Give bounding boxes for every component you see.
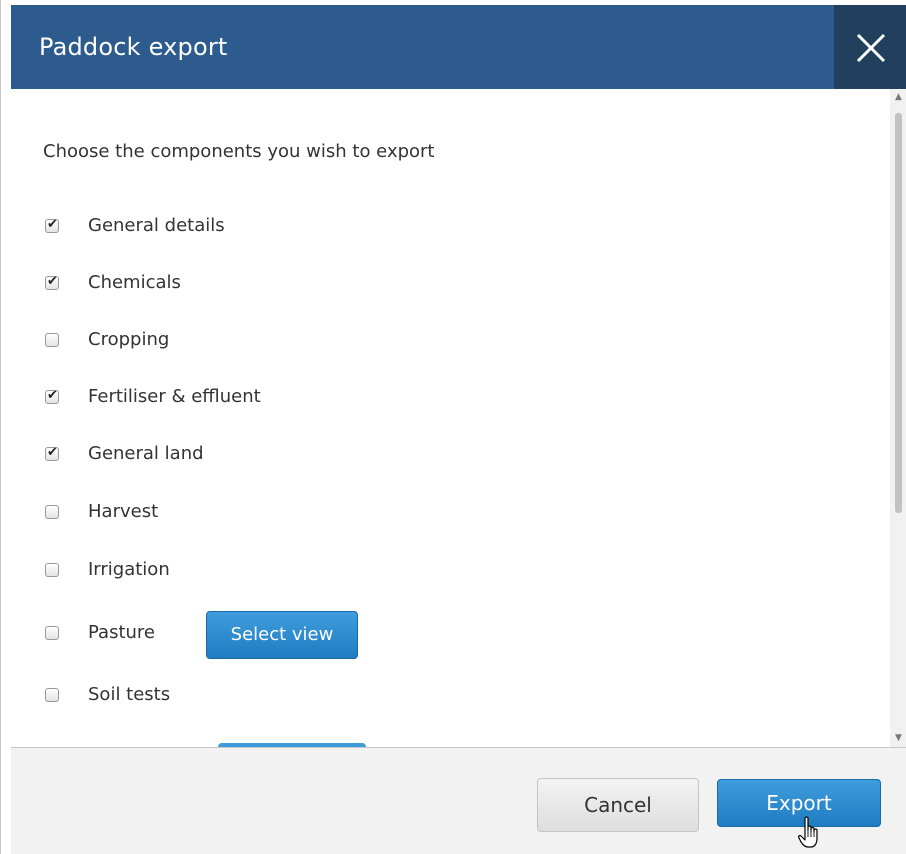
checkmark-icon: ✔ <box>47 445 58 460</box>
checkbox-general-details[interactable]: ✔ <box>45 217 59 233</box>
checkmark-icon: ✔ <box>47 217 58 232</box>
option-fertiliser-effluent: ✔ Fertiliser & effluent <box>45 386 645 420</box>
option-general-details: ✔ General details <box>45 215 645 249</box>
checkbox-soil-tests[interactable] <box>45 688 59 702</box>
option-label: General details <box>88 215 225 236</box>
checkbox-general-land[interactable]: ✔ <box>45 445 59 461</box>
option-cropping: Cropping <box>45 329 645 363</box>
hand-pointer-cursor-icon <box>798 816 822 854</box>
option-label: Pasture <box>88 622 155 643</box>
checkbox-fertiliser-effluent[interactable]: ✔ <box>45 388 59 404</box>
option-soil-tests: Soil tests <box>45 684 645 718</box>
select-view-button[interactable]: Select view <box>206 611 358 659</box>
dialog-header: Paddock export <box>11 5 906 89</box>
option-label: Fertiliser & effluent <box>88 386 261 407</box>
cancel-button[interactable]: Cancel <box>537 778 699 832</box>
option-label: Chemicals <box>88 272 181 293</box>
scrollbar-thumb[interactable] <box>895 113 902 513</box>
checkbox-pasture[interactable] <box>45 626 59 640</box>
checkmark-icon: ✔ <box>47 388 58 403</box>
option-label: Irrigation <box>88 559 170 580</box>
option-chemicals: ✔ Chemicals <box>45 272 645 306</box>
option-label: Soil tests <box>88 684 171 705</box>
option-harvest: Harvest <box>45 501 645 535</box>
option-label: General land <box>88 443 204 464</box>
scroll-down-arrow-icon[interactable]: ▼ <box>890 730 906 747</box>
paddock-export-dialog: Paddock export Choose the components you… <box>0 0 906 854</box>
intro-text: Choose the components you wish to export <box>43 141 435 162</box>
option-general-land: ✔ General land <box>45 443 645 477</box>
checkbox-irrigation[interactable] <box>45 563 59 577</box>
scroll-up-arrow-icon[interactable]: ▲ <box>890 89 906 106</box>
option-label: Harvest <box>88 501 159 522</box>
dialog-body: Choose the components you wish to export… <box>11 89 906 747</box>
checkbox-harvest[interactable] <box>45 505 59 519</box>
option-label: Cropping <box>88 329 170 350</box>
close-button[interactable] <box>834 5 906 89</box>
checkbox-cropping[interactable] <box>45 333 59 347</box>
dialog-title: Paddock export <box>39 33 228 61</box>
dialog-footer: Cancel Export <box>11 747 906 854</box>
close-icon <box>856 33 886 63</box>
checkmark-icon: ✔ <box>47 274 58 289</box>
option-irrigation: Irrigation <box>45 559 645 593</box>
checkbox-chemicals[interactable]: ✔ <box>45 274 59 290</box>
vertical-scrollbar[interactable]: ▲ ▼ <box>890 89 906 747</box>
